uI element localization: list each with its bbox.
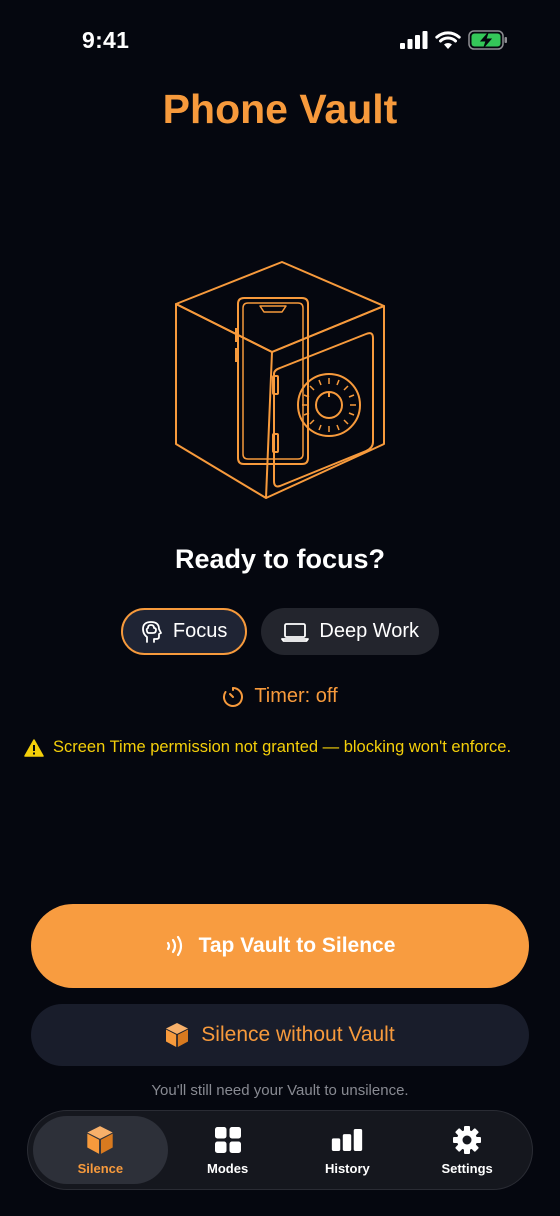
warning-icon: [24, 738, 44, 757]
vault-safe-illustration: [175, 261, 385, 499]
nfc-waves-icon: [166, 935, 182, 957]
tab-history[interactable]: History: [287, 1116, 407, 1184]
app-title: Phone Vault: [162, 86, 398, 132]
bar-chart-icon: [331, 1125, 363, 1155]
head-brain-icon: [142, 620, 162, 643]
mode-selector: Focus Deep Work: [0, 608, 560, 655]
mode-deep-work-label: Deep Work: [319, 620, 420, 642]
silence-without-vault-button[interactable]: Silence without Vault: [31, 1004, 529, 1066]
timer-button[interactable]: Timer: off: [0, 685, 560, 708]
mode-deep-work-button[interactable]: Deep Work: [261, 608, 440, 655]
silence-without-vault-label: Silence without Vault: [201, 1023, 395, 1046]
cube-icon: [166, 1023, 189, 1047]
mode-focus-label: Focus: [172, 620, 228, 642]
mode-focus-button[interactable]: Focus: [120, 608, 248, 655]
tab-modes[interactable]: Modes: [168, 1116, 288, 1184]
tab-silence[interactable]: Silence: [33, 1116, 168, 1184]
wifi-icon: [435, 30, 461, 49]
status-time: 9:41: [82, 27, 130, 53]
laptop-icon: [281, 622, 310, 642]
focus-prompt: Ready to focus?: [174, 544, 386, 574]
tap-vault-label: Tap Vault to Silence: [198, 934, 396, 957]
tab-modes-label: Modes: [207, 1160, 249, 1176]
tab-silence-label: Silence: [77, 1160, 124, 1176]
status-icons: [400, 30, 508, 50]
unsilence-footnote: You'll still need your Vault to unsilenc…: [151, 1082, 409, 1099]
tab-settings[interactable]: Settings: [407, 1116, 527, 1184]
grid-icon: [212, 1125, 244, 1155]
tab-history-label: History: [324, 1160, 370, 1176]
timer-label: Timer: off: [254, 685, 338, 707]
cube-icon: [84, 1125, 116, 1155]
tab-settings-label: Settings: [441, 1160, 493, 1176]
tap-vault-button[interactable]: Tap Vault to Silence: [31, 904, 529, 988]
battery-charging-icon: [468, 30, 507, 50]
gear-icon: [451, 1125, 483, 1155]
timer-icon: [223, 686, 244, 707]
tab-bar: Silence Modes History Settings: [27, 1110, 533, 1190]
permission-warning: Screen Time permission not granted — blo…: [24, 738, 511, 757]
cellular-signal-icon: [400, 31, 428, 49]
status-bar: 9:41: [0, 0, 560, 80]
warning-text: Screen Time permission not granted — blo…: [53, 738, 512, 756]
